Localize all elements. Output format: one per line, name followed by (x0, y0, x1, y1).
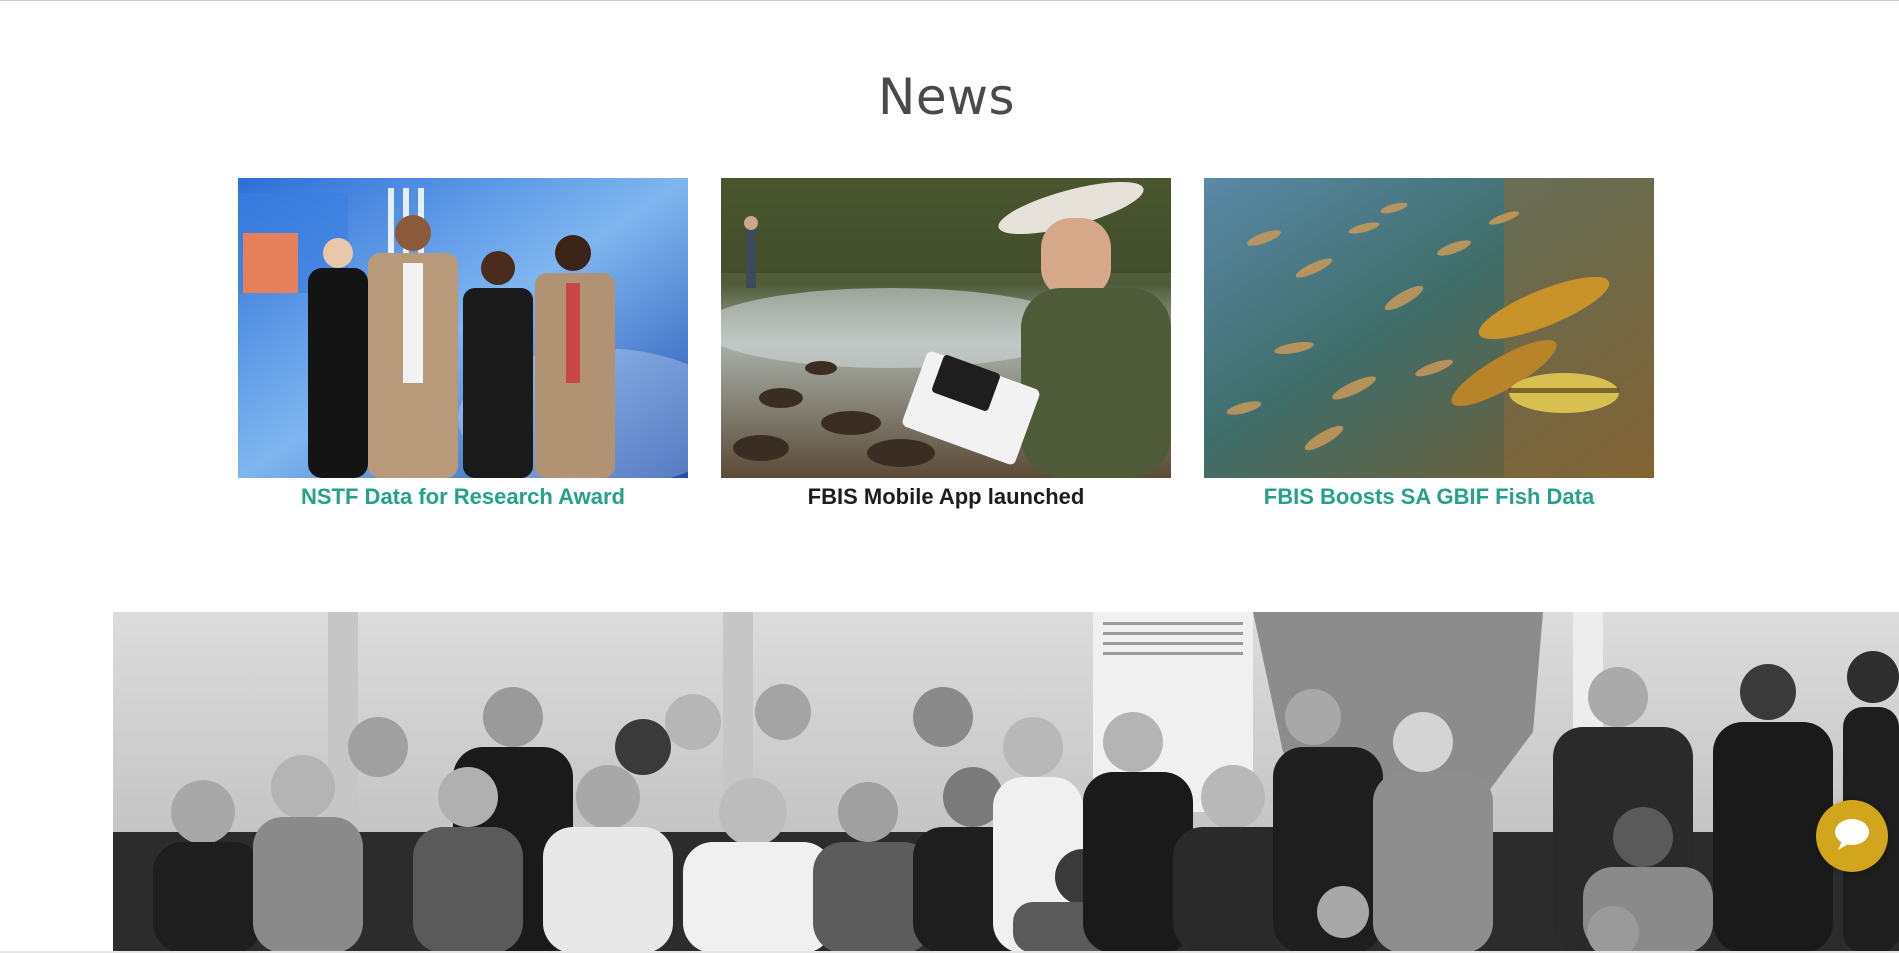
news-heading: News (877, 68, 1016, 126)
speech-bubble-icon (1832, 816, 1872, 857)
news-caption-gbif-fish[interactable]: FBIS Boosts SA GBIF Fish Data (1264, 483, 1594, 511)
news-image-award-ceremony[interactable] (238, 178, 688, 478)
news-caption-nstf-award[interactable]: NSTF Data for Research Award (301, 483, 625, 511)
news-card-nstf-award[interactable]: NSTF Data for Research Award (238, 178, 688, 511)
team-group-photo (113, 612, 1899, 953)
top-divider (0, 0, 1899, 1)
page: News NSTF Data for Research Award FBIS M… (0, 0, 1899, 953)
chat-launcher-button[interactable] (1816, 800, 1888, 872)
news-image-field-tablet[interactable] (721, 178, 1171, 478)
news-caption-mobile-app[interactable]: FBIS Mobile App launched (808, 483, 1085, 511)
news-image-fish-shoal[interactable] (1204, 178, 1654, 478)
news-card-gbif-fish[interactable]: FBIS Boosts SA GBIF Fish Data (1204, 178, 1654, 511)
news-card-mobile-app[interactable]: FBIS Mobile App launched (721, 178, 1171, 511)
